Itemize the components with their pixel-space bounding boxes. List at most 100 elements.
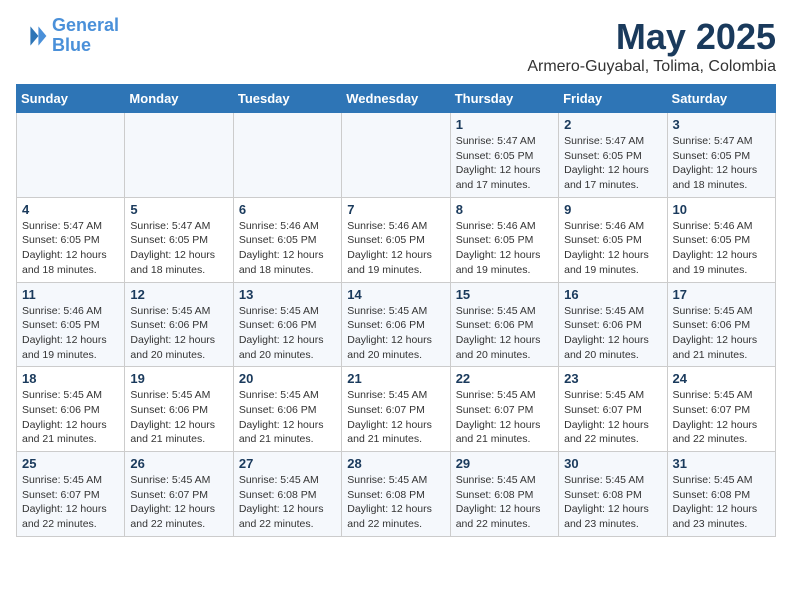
calendar-cell: 11 Sunrise: 5:46 AMSunset: 6:05 PMDayligh… — [17, 282, 125, 367]
calendar-cell: 7Sunrise: 5:46 AMSunset: 6:05 PMDaylight… — [342, 197, 450, 282]
day-info: Sunrise: 5:45 AMSunset: 6:06 PMDaylight:… — [239, 304, 336, 363]
day-info: Sunrise: 5:46 AMSunset: 6:05 PMDaylight:… — [239, 219, 336, 278]
day-number: 26 — [130, 456, 227, 471]
calendar-cell: 20 Sunrise: 5:45 AMSunset: 6:06 PMDayligh… — [233, 367, 341, 452]
calendar-cell — [233, 113, 341, 198]
calendar-cell: 26 Sunrise: 5:45 AMSunset: 6:07 PMDayligh… — [125, 452, 233, 537]
calendar-cell: 6Sunrise: 5:46 AMSunset: 6:05 PMDaylight… — [233, 197, 341, 282]
day-number: 21 — [347, 371, 444, 386]
day-number: 2 — [564, 117, 661, 132]
week-row-4: 18 Sunrise: 5:45 AMSunset: 6:06 PMDayligh… — [17, 367, 776, 452]
day-number: 19 — [130, 371, 227, 386]
day-info: Sunrise: 5:45 AMSunset: 6:07 PMDaylight:… — [564, 388, 661, 447]
calendar-cell — [125, 113, 233, 198]
calendar-cell: 3 Sunrise: 5:47 AMSunset: 6:05 PMDaylight… — [667, 113, 775, 198]
calendar-cell: 9 Sunrise: 5:46 AMSunset: 6:05 PMDaylight… — [559, 197, 667, 282]
week-row-5: 25Sunrise: 5:45 AMSunset: 6:07 PMDayligh… — [17, 452, 776, 537]
calendar-cell: 13 Sunrise: 5:45 AMSunset: 6:06 PMDayligh… — [233, 282, 341, 367]
day-number: 1 — [456, 117, 553, 132]
day-info: Sunrise: 5:45 AMSunset: 6:08 PMDaylight:… — [673, 473, 770, 532]
day-number: 28 — [347, 456, 444, 471]
calendar-cell: 29 Sunrise: 5:45 AMSunset: 6:08 PMDayligh… — [450, 452, 558, 537]
calendar-cell: 19 Sunrise: 5:45 AMSunset: 6:06 PMDayligh… — [125, 367, 233, 452]
calendar-cell: 8Sunrise: 5:46 AMSunset: 6:05 PMDaylight… — [450, 197, 558, 282]
title-block: May 2025 Armero-Guyabal, Tolima, Colombi… — [527, 16, 776, 76]
col-header-thursday: Thursday — [450, 85, 558, 113]
day-info: Sunrise: 5:45 AMSunset: 6:06 PMDaylight:… — [456, 304, 553, 363]
week-row-1: 1 Sunrise: 5:47 AMSunset: 6:05 PMDaylight… — [17, 113, 776, 198]
day-info: Sunrise: 5:46 AMSunset: 6:05 PMDaylight:… — [347, 219, 444, 278]
calendar-cell: 2 Sunrise: 5:47 AMSunset: 6:05 PMDaylight… — [559, 113, 667, 198]
day-info: Sunrise: 5:46 AMSunset: 6:05 PMDaylight:… — [22, 304, 119, 363]
logo-text: General Blue — [52, 16, 119, 56]
month-year: May 2025 — [527, 16, 776, 58]
calendar-cell: 21 Sunrise: 5:45 AMSunset: 6:07 PMDayligh… — [342, 367, 450, 452]
day-number: 4 — [22, 202, 119, 217]
day-info: Sunrise: 5:45 AMSunset: 6:06 PMDaylight:… — [130, 388, 227, 447]
day-number: 27 — [239, 456, 336, 471]
day-number: 23 — [564, 371, 661, 386]
calendar-cell: 22Sunrise: 5:45 AMSunset: 6:07 PMDayligh… — [450, 367, 558, 452]
page-header: General Blue May 2025 Armero-Guyabal, To… — [16, 16, 776, 76]
day-number: 20 — [239, 371, 336, 386]
day-info: Sunrise: 5:45 AMSunset: 6:06 PMDaylight:… — [22, 388, 119, 447]
day-number: 5 — [130, 202, 227, 217]
calendar-cell: 23 Sunrise: 5:45 AMSunset: 6:07 PMDayligh… — [559, 367, 667, 452]
day-info: Sunrise: 5:47 AMSunset: 6:05 PMDaylight:… — [673, 134, 770, 193]
day-number: 3 — [673, 117, 770, 132]
day-info: Sunrise: 5:45 AMSunset: 6:08 PMDaylight:… — [347, 473, 444, 532]
calendar-cell: 12Sunrise: 5:45 AMSunset: 6:06 PMDayligh… — [125, 282, 233, 367]
day-info: Sunrise: 5:45 AMSunset: 6:07 PMDaylight:… — [673, 388, 770, 447]
day-number: 29 — [456, 456, 553, 471]
day-number: 12 — [130, 287, 227, 302]
day-number: 24 — [673, 371, 770, 386]
day-info: Sunrise: 5:45 AMSunset: 6:08 PMDaylight:… — [456, 473, 553, 532]
calendar-cell: 15 Sunrise: 5:45 AMSunset: 6:06 PMDayligh… — [450, 282, 558, 367]
day-number: 10 — [673, 202, 770, 217]
day-number: 13 — [239, 287, 336, 302]
calendar-cell: 24 Sunrise: 5:45 AMSunset: 6:07 PMDayligh… — [667, 367, 775, 452]
day-info: Sunrise: 5:45 AMSunset: 6:06 PMDaylight:… — [347, 304, 444, 363]
day-number: 14 — [347, 287, 444, 302]
day-info: Sunrise: 5:47 AMSunset: 6:05 PMDaylight:… — [456, 134, 553, 193]
day-info: Sunrise: 5:45 AMSunset: 6:08 PMDaylight:… — [564, 473, 661, 532]
week-row-3: 11 Sunrise: 5:46 AMSunset: 6:05 PMDayligh… — [17, 282, 776, 367]
calendar-table: SundayMondayTuesdayWednesdayThursdayFrid… — [16, 84, 776, 537]
day-info: Sunrise: 5:45 AMSunset: 6:06 PMDaylight:… — [239, 388, 336, 447]
day-info: Sunrise: 5:45 AMSunset: 6:08 PMDaylight:… — [239, 473, 336, 532]
day-info: Sunrise: 5:45 AMSunset: 6:07 PMDaylight:… — [130, 473, 227, 532]
col-header-wednesday: Wednesday — [342, 85, 450, 113]
day-number: 18 — [22, 371, 119, 386]
calendar-cell: 27 Sunrise: 5:45 AMSunset: 6:08 PMDayligh… — [233, 452, 341, 537]
day-info: Sunrise: 5:46 AMSunset: 6:05 PMDaylight:… — [564, 219, 661, 278]
calendar-cell: 30 Sunrise: 5:45 AMSunset: 6:08 PMDayligh… — [559, 452, 667, 537]
calendar-cell: 16Sunrise: 5:45 AMSunset: 6:06 PMDayligh… — [559, 282, 667, 367]
calendar-cell: 14 Sunrise: 5:45 AMSunset: 6:06 PMDayligh… — [342, 282, 450, 367]
day-number: 30 — [564, 456, 661, 471]
calendar-cell: 4Sunrise: 5:47 AMSunset: 6:05 PMDaylight… — [17, 197, 125, 282]
week-row-2: 4 Sunrise: 5:47 AMSunset: 6:05 PMDaylight… — [17, 197, 776, 282]
logo-icon — [16, 20, 48, 52]
day-info: Sunrise: 5:45 AMSunset: 6:07 PMDaylight:… — [22, 473, 119, 532]
day-info: Sunrise: 5:47 AMSunset: 6:05 PMDaylight:… — [130, 219, 227, 278]
day-info: Sunrise: 5:46 AMSunset: 6:05 PMDaylight:… — [673, 219, 770, 278]
day-number: 9 — [564, 202, 661, 217]
day-number: 17 — [673, 287, 770, 302]
day-number: 16 — [564, 287, 661, 302]
day-info: Sunrise: 5:45 AMSunset: 6:07 PMDaylight:… — [347, 388, 444, 447]
day-number: 11 — [22, 287, 119, 302]
col-header-friday: Friday — [559, 85, 667, 113]
day-info: Sunrise: 5:46 AMSunset: 6:05 PMDaylight:… — [456, 219, 553, 278]
calendar-cell: 5 Sunrise: 5:47 AMSunset: 6:05 PMDaylight… — [125, 197, 233, 282]
calendar-cell — [17, 113, 125, 198]
calendar-cell: 1 Sunrise: 5:47 AMSunset: 6:05 PMDaylight… — [450, 113, 558, 198]
calendar-cell: 28 Sunrise: 5:45 AMSunset: 6:08 PMDayligh… — [342, 452, 450, 537]
day-number: 31 — [673, 456, 770, 471]
col-header-saturday: Saturday — [667, 85, 775, 113]
calendar-cell: 10 Sunrise: 5:46 AMSunset: 6:05 PMDayligh… — [667, 197, 775, 282]
calendar-cell — [342, 113, 450, 198]
col-header-sunday: Sunday — [17, 85, 125, 113]
day-info: Sunrise: 5:47 AMSunset: 6:05 PMDaylight:… — [564, 134, 661, 193]
calendar-cell: 18 Sunrise: 5:45 AMSunset: 6:06 PMDayligh… — [17, 367, 125, 452]
day-number: 15 — [456, 287, 553, 302]
